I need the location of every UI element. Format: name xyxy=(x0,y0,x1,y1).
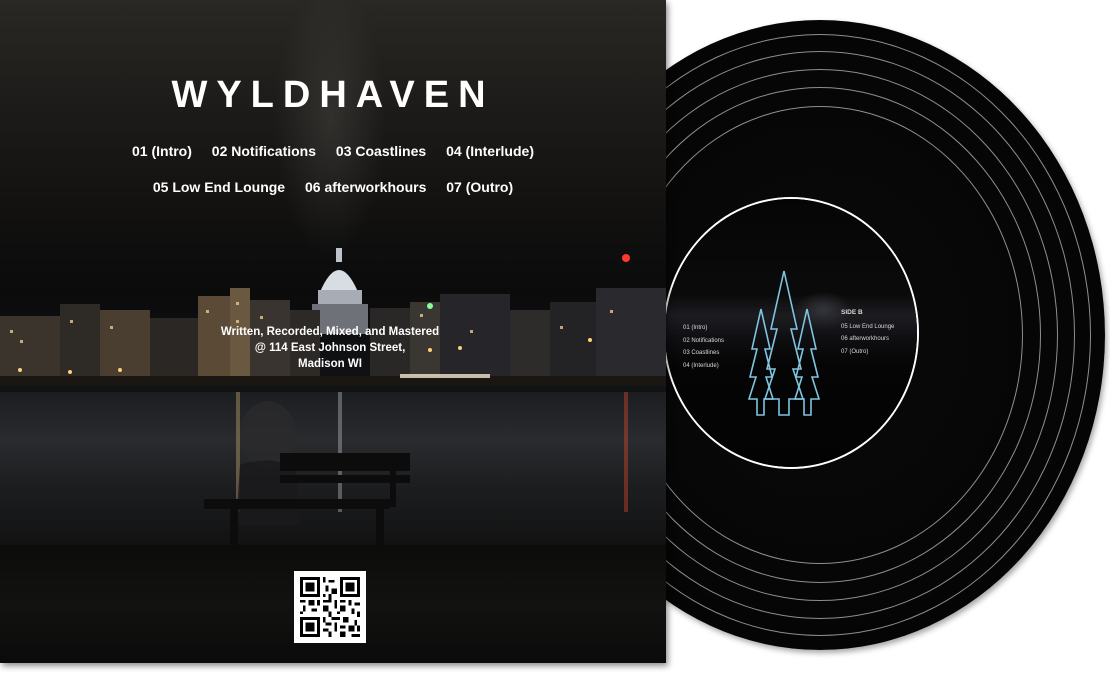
credits-line: Madison WI xyxy=(298,358,362,370)
side-b-track: 07 (Outro) xyxy=(841,348,869,355)
city-skyline xyxy=(0,248,666,386)
album-sleeve: WYLDHAVEN 01 (Intro) 02 Notifications 03… xyxy=(0,0,666,663)
track-item: 04 (Interlude) xyxy=(446,143,534,159)
side-a-track: 03 Coastlines xyxy=(683,350,720,356)
track-item: 06 afterworkhours xyxy=(304,179,427,195)
tree-logo-icon xyxy=(747,270,821,416)
side-a-track: 01 (Intro) xyxy=(683,325,708,331)
album-title: WYLDHAVEN xyxy=(171,74,495,116)
tracklist-row: 01 (Intro) 02 Notifications 03 Coastline… xyxy=(0,143,666,159)
credits-line: Written, Recorded, Mixed, and Mastered xyxy=(220,326,440,338)
light-reflection xyxy=(624,392,628,512)
side-a-track: 04 (Interlude) xyxy=(683,362,719,369)
record-center-label: 01 (Intro) 02 Notifications 03 Coastline… xyxy=(663,197,919,469)
side-a-track: 02 Notifications xyxy=(683,337,725,344)
qr-code-pattern-icon xyxy=(300,577,360,637)
track-item: 02 Notifications xyxy=(211,143,317,159)
side-b-tracklist: SIDE B 05 Low End Lounge 06 afterworkhou… xyxy=(841,307,894,358)
qr-code xyxy=(294,571,366,643)
tracklist-row: 05 Low End Lounge 06 afterworkhours 07 (… xyxy=(0,179,666,195)
side-a-tracklist: 01 (Intro) 02 Notifications 03 Coastline… xyxy=(683,322,724,372)
credits-line: @ 114 East Johnson Street, xyxy=(254,342,406,354)
bench-silhouette xyxy=(204,401,410,549)
side-b-track: 06 afterworkhours xyxy=(841,336,890,342)
track-item: 05 Low End Lounge xyxy=(152,179,286,195)
recording-credits: Written, Recorded, Mixed, and Mastered @… xyxy=(180,324,480,372)
track-item: 07 (Outro) xyxy=(446,179,514,195)
track-item: 03 Coastlines xyxy=(335,143,427,159)
track-item: 01 (Intro) xyxy=(132,143,192,159)
side-b-title: SIDE B xyxy=(841,309,863,316)
side-b-track: 05 Low End Lounge xyxy=(841,323,895,330)
